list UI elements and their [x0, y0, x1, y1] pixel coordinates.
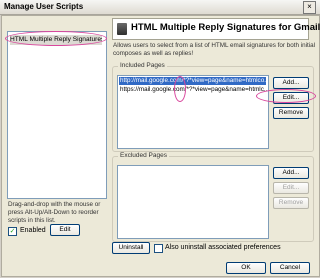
excluded-pages-list[interactable] [117, 165, 269, 239]
enabled-checkbox[interactable]: ✓ [8, 227, 17, 236]
list-item[interactable]: HTML Multiple Reply Signatures fo... [10, 35, 102, 45]
also-uninstall-checkbox[interactable] [154, 244, 163, 253]
excluded-edit-button[interactable]: Edit... [273, 182, 309, 194]
ok-button[interactable]: OK [226, 262, 266, 274]
included-remove-button[interactable]: Remove [273, 107, 309, 119]
included-pages-title: Included Pages [118, 62, 167, 69]
enabled-label: Enabled [20, 227, 46, 234]
table-row[interactable]: http://mail.google.com/*?*view=page&name… [119, 77, 268, 85]
edit-script-button[interactable]: Edit [50, 224, 80, 236]
also-uninstall-label: Also uninstall associated preferences [165, 244, 281, 251]
included-pages-group: Included Pages http://mail.google.com/*?… [112, 62, 314, 152]
reorder-hint: Drag-and-drop with the mouse or press Al… [8, 201, 101, 224]
script-icon [117, 23, 127, 35]
excluded-add-button[interactable]: Add... [273, 167, 309, 179]
script-header: HTML Multiple Reply Signatures for Gmail [112, 18, 320, 40]
excluded-pages-title: Excluded Pages [118, 152, 169, 159]
excluded-remove-button[interactable]: Remove [273, 197, 309, 209]
included-edit-button[interactable]: Edit... [273, 92, 309, 104]
table-row[interactable]: https://mail.google.com/*?*view=page&nam… [119, 86, 268, 94]
excluded-pages-group: Excluded Pages Add... Edit... Remove [112, 152, 314, 242]
included-pages-list[interactable]: http://mail.google.com/*?*view=page&name… [117, 75, 269, 149]
dialog-body: HTML Multiple Reply Signatures fo... Dra… [1, 15, 320, 277]
script-title: HTML Multiple Reply Signatures for Gmail [131, 22, 320, 33]
cancel-button[interactable]: Cancel [270, 262, 310, 274]
scripts-list[interactable]: HTML Multiple Reply Signatures fo... [7, 31, 107, 199]
close-icon[interactable]: × [303, 1, 316, 14]
included-add-button[interactable]: Add... [273, 77, 309, 89]
window-title: Manage User Scripts [4, 2, 84, 11]
uninstall-button[interactable]: Uninstall [112, 242, 150, 254]
script-description: Allows users to select from a list of HT… [113, 42, 316, 57]
title-bar: Manage User Scripts × [0, 0, 320, 15]
